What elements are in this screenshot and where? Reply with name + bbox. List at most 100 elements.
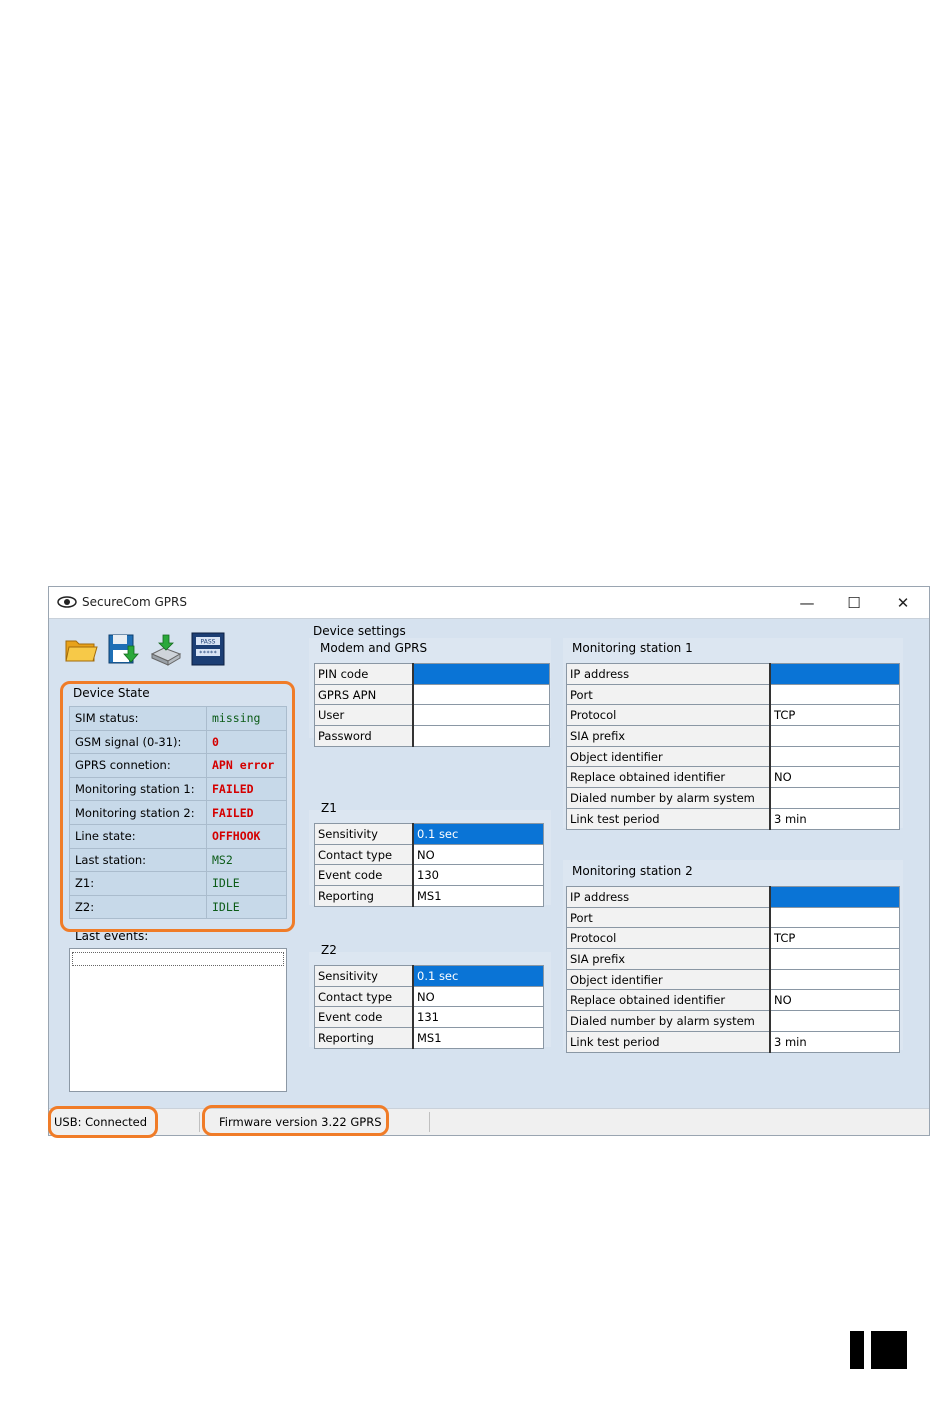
z2-property-value[interactable]: NO [412,985,544,1008]
z1-property-value[interactable]: MS1 [412,885,544,907]
modem-property-value[interactable] [412,683,550,706]
ms2-property-value[interactable]: 3 min [769,1030,900,1053]
z2-property-label: Reporting [314,1027,414,1049]
title-bar: SecureCom GPRS — ☐ ✕ [49,587,929,619]
firmware-highlight [202,1105,389,1136]
ms2-row[interactable]: Replace obtained identifier NO [566,989,900,1012]
z1-table: Sensitivity 0.1 sec Contact type NO Event co… [314,823,544,907]
ms1-property-value[interactable] [769,745,900,768]
modem-property-label: PIN code [314,663,414,685]
ms1-property-value[interactable]: TCP [769,704,900,727]
ms2-property-label: SIA prefix [566,948,771,970]
ms2-row[interactable]: Port [566,906,900,929]
ms1-property-label: Port [566,683,771,706]
z1-property-value[interactable]: 130 [412,864,544,887]
ms1-group-title: Monitoring station 1 [572,641,693,655]
eye-icon [57,596,77,608]
ms1-property-label: Replace obtained identifier [566,766,771,789]
page-mark-bar [850,1331,864,1369]
folder-open-icon[interactable] [64,632,98,666]
modem-row[interactable]: PIN code [314,663,550,685]
status-bar: USB: Connected Firmware version 3.22 GPR… [49,1108,929,1135]
ms2-property-value[interactable]: TCP [769,927,900,950]
usb-status-highlight [48,1106,158,1138]
ms1-row[interactable]: SIA prefix [566,725,900,747]
modem-group-title: Modem and GPRS [320,641,428,655]
modem-row[interactable]: Password [314,725,550,747]
ms2-property-value[interactable] [769,886,900,908]
ms2-row[interactable]: SIA prefix [566,948,900,970]
z2-row[interactable]: Event code 131 [314,1006,544,1029]
ms2-row[interactable]: Dialed number by alarm system [566,1010,900,1032]
ms1-row[interactable]: Link test period 3 min [566,807,900,830]
ms2-property-value[interactable] [769,1010,900,1032]
ms2-property-label: Link test period [566,1030,771,1053]
ms2-table: IP address Port Protocol TCP SIA prefix Objec… [566,886,900,1053]
modem-row[interactable]: GPRS APN [314,683,550,706]
ms2-row[interactable]: Link test period 3 min [566,1030,900,1053]
ms2-row[interactable]: Object identifier [566,968,900,991]
modem-row[interactable]: User [314,704,550,727]
modem-property-value[interactable] [412,663,550,685]
ms1-property-value[interactable] [769,683,900,706]
device-write-icon[interactable] [149,632,183,666]
z2-property-value[interactable]: 131 [412,1006,544,1029]
floppy-save-icon[interactable] [106,632,140,666]
ms2-property-value[interactable]: NO [769,989,900,1012]
ms2-property-value[interactable] [769,948,900,970]
z2-property-value[interactable]: MS1 [412,1027,544,1049]
pass-icon[interactable]: PASS ***** [191,632,225,666]
ms1-row[interactable]: Protocol TCP [566,704,900,727]
z1-property-value[interactable]: 0.1 sec [412,823,544,845]
z2-row[interactable]: Sensitivity 0.1 sec [314,965,544,987]
ms2-row[interactable]: Protocol TCP [566,927,900,950]
ms1-property-label: IP address [566,663,771,685]
modem-property-label: GPRS APN [314,683,414,706]
z1-row[interactable]: Reporting MS1 [314,885,544,907]
ms2-property-label: Protocol [566,927,771,950]
z2-property-value[interactable]: 0.1 sec [412,965,544,987]
z1-row[interactable]: Event code 130 [314,864,544,887]
ms2-group-title: Monitoring station 2 [572,864,693,878]
ms1-property-value[interactable] [769,663,900,685]
ms1-row[interactable]: Port [566,683,900,706]
ms1-property-label: Protocol [566,704,771,727]
ms2-property-label: Object identifier [566,968,771,991]
ms1-property-label: Object identifier [566,745,771,768]
ms1-property-label: Link test period [566,807,771,830]
maximize-button[interactable]: ☐ [831,587,877,618]
z1-property-value[interactable]: NO [412,843,544,866]
z2-property-label: Sensitivity [314,965,414,987]
z1-property-label: Contact type [314,843,414,866]
z1-property-label: Event code [314,864,414,887]
z2-row[interactable]: Contact type NO [314,985,544,1008]
z1-row[interactable]: Sensitivity 0.1 sec [314,823,544,845]
last-events-list[interactable] [69,948,287,1092]
ms1-property-value[interactable]: NO [769,766,900,789]
z2-row[interactable]: Reporting MS1 [314,1027,544,1049]
ms1-property-value[interactable]: 3 min [769,807,900,830]
modem-property-value[interactable] [412,704,550,727]
z2-table: Sensitivity 0.1 sec Contact type NO Event co… [314,965,544,1049]
ms1-property-value[interactable] [769,725,900,747]
ms1-row[interactable]: Object identifier [566,745,900,768]
ms2-property-value[interactable] [769,968,900,991]
ms1-row[interactable]: Replace obtained identifier NO [566,766,900,789]
modem-property-value[interactable] [412,725,550,747]
window-title: SecureCom GPRS [82,595,187,609]
ms1-property-value[interactable] [769,787,900,809]
ms1-row[interactable]: IP address [566,663,900,685]
modem-property-label: Password [314,725,414,747]
close-button[interactable]: ✕ [880,587,926,618]
ms1-row[interactable]: Dialed number by alarm system [566,787,900,809]
status-divider [199,1112,200,1132]
ms1-table: IP address Port Protocol TCP SIA prefix Objec… [566,663,900,830]
z2-group-title: Z2 [321,943,337,957]
ms2-property-value[interactable] [769,906,900,929]
ms2-row[interactable]: IP address [566,886,900,908]
minimize-button[interactable]: — [784,587,830,618]
page-mark-block [871,1331,907,1369]
z1-row[interactable]: Contact type NO [314,843,544,866]
z1-property-label: Sensitivity [314,823,414,845]
modem-property-label: User [314,704,414,727]
